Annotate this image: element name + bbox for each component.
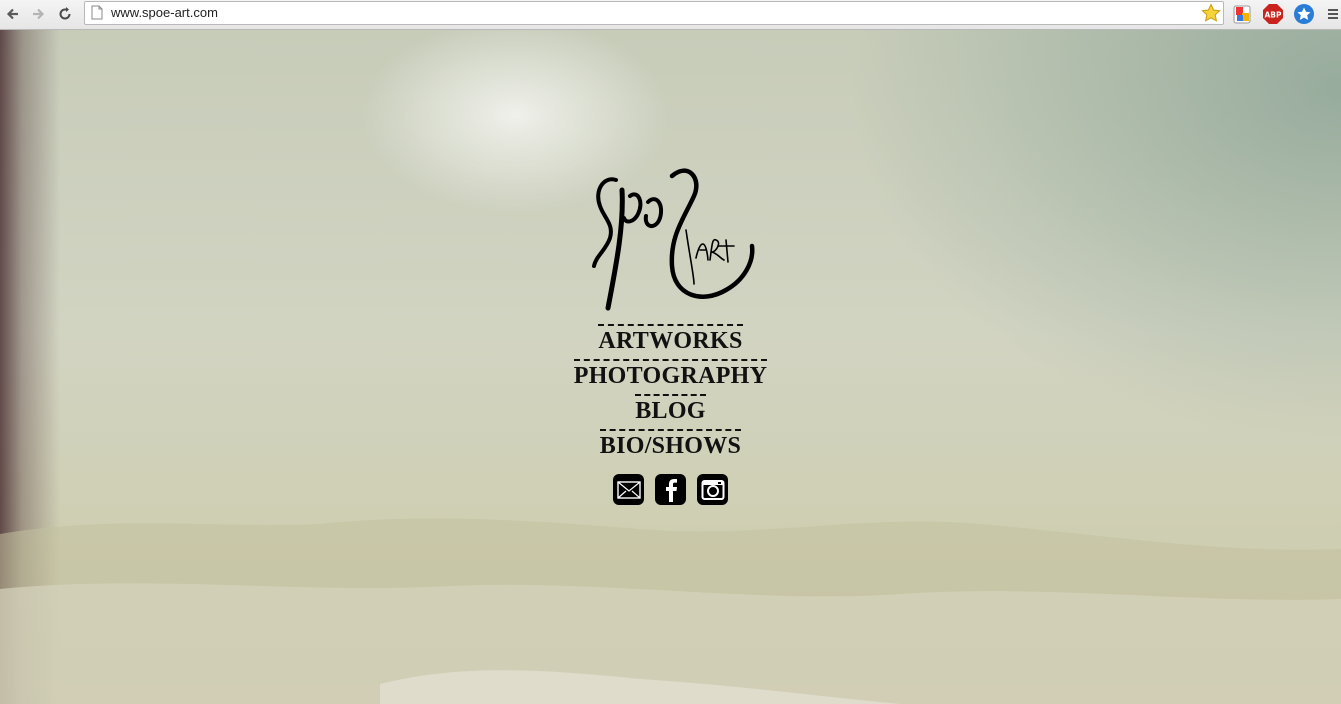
svg-text:ABP: ABP — [1264, 11, 1282, 20]
url-text[interactable]: www.spoe-art.com — [111, 5, 218, 20]
browser-toolbar: www.spoe-art.com ABP — [0, 0, 1341, 30]
adblock-plus-icon[interactable]: ABP — [1262, 3, 1284, 25]
address-bar[interactable]: www.spoe-art.com — [84, 1, 1224, 25]
instagram-link[interactable] — [697, 474, 728, 505]
menu-icon[interactable] — [1326, 3, 1340, 25]
back-button[interactable] — [2, 3, 24, 25]
bookmark-star-icon[interactable] — [1201, 3, 1221, 23]
menu-link-photography[interactable]: PHOTOGRAPHY — [573, 359, 768, 394]
facebook-icon — [665, 478, 677, 502]
facebook-link[interactable] — [655, 474, 686, 505]
back-arrow-icon — [6, 8, 18, 20]
menu-link-blog[interactable]: BLOG — [635, 394, 706, 429]
page-viewport: ARTWORKS PHOTOGRAPHY BLOG BIO/SHOWS — [0, 30, 1341, 704]
social-links — [0, 474, 1341, 505]
reload-button[interactable] — [54, 3, 76, 25]
menu-link-artworks[interactable]: ARTWORKS — [598, 324, 743, 359]
forward-arrow-icon — [33, 8, 45, 20]
instagram-icon — [701, 479, 724, 500]
forward-button[interactable] — [27, 3, 49, 25]
extension-puzzle-icon[interactable] — [1231, 3, 1253, 25]
site-center-column: ARTWORKS PHOTOGRAPHY BLOG BIO/SHOWS — [0, 166, 1341, 505]
main-menu: ARTWORKS PHOTOGRAPHY BLOG BIO/SHOWS — [0, 324, 1341, 464]
email-link[interactable] — [613, 474, 644, 505]
spoe-art-logo[interactable] — [586, 166, 756, 314]
landscape-background — [0, 518, 1341, 704]
bookmark-extension-icon[interactable] — [1293, 3, 1315, 25]
email-icon — [616, 480, 641, 499]
reload-icon — [59, 7, 71, 20]
menu-link-bio-shows[interactable]: BIO/SHOWS — [599, 429, 742, 464]
page-icon — [91, 5, 103, 20]
